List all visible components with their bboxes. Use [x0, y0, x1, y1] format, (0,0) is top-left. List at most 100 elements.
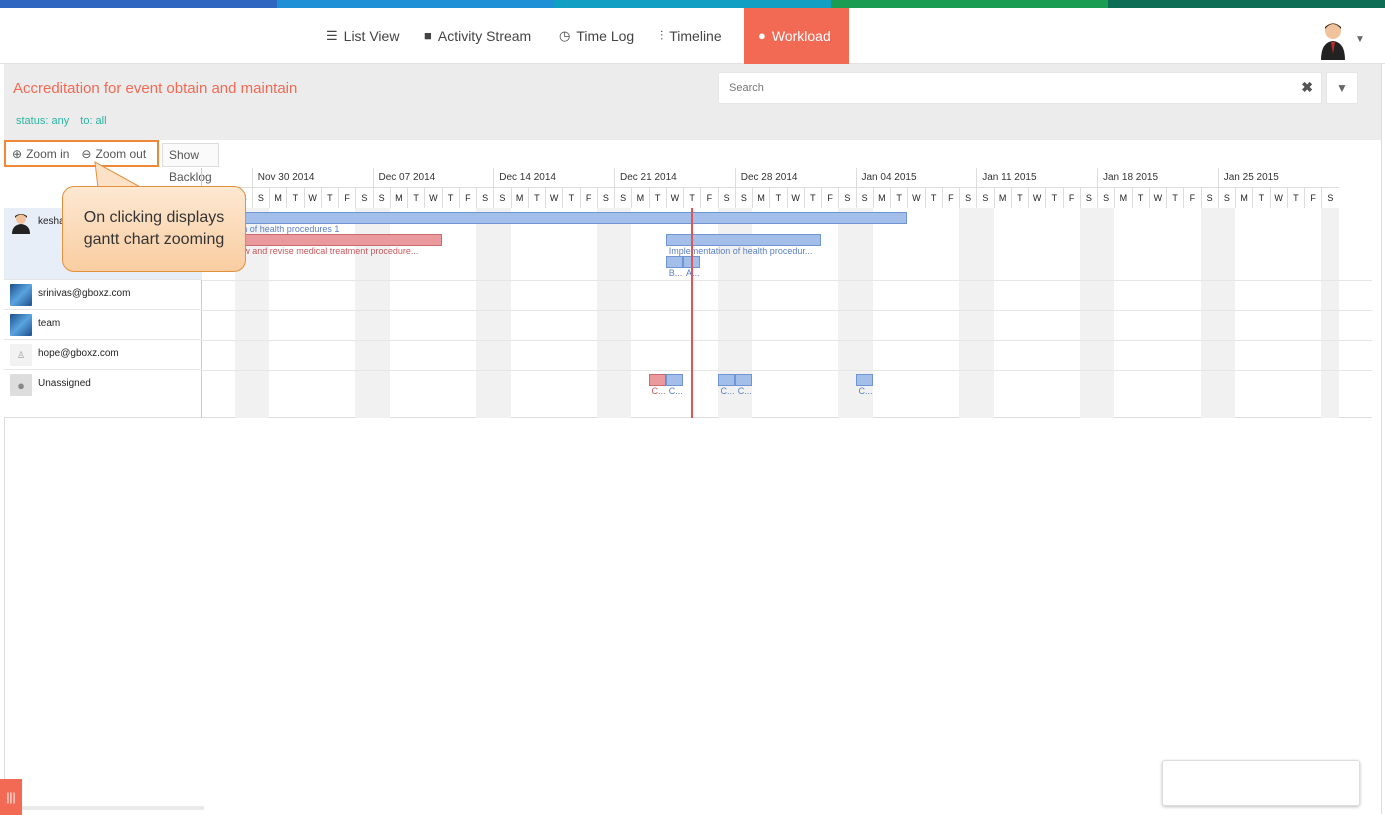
avatar	[10, 284, 32, 306]
chevron-down-icon[interactable]: ▼	[1355, 34, 1365, 45]
day-label: S	[717, 188, 735, 208]
day-label: F	[338, 188, 355, 208]
zoom-in-button[interactable]: Zoom in	[26, 147, 69, 161]
resource-name: kesha	[38, 216, 65, 227]
nav-label: Activity Stream	[437, 28, 532, 44]
day-label: T	[769, 188, 786, 208]
resource-row[interactable]: ♙ hope@gboxz.com	[4, 340, 202, 370]
day-label: W	[303, 188, 321, 208]
task-bar[interactable]	[855, 374, 873, 386]
resource-row[interactable]: team	[4, 310, 202, 340]
left-border	[4, 418, 5, 810]
task-label: C...	[737, 386, 752, 396]
weekend-column	[614, 208, 632, 418]
task-bar[interactable]	[648, 374, 666, 386]
task-bar[interactable]	[717, 374, 735, 386]
nav-workload[interactable]: ● Workload	[744, 8, 849, 64]
task-bar[interactable]	[665, 234, 821, 246]
day-label: F	[700, 188, 717, 208]
week-label: Jan 18 2015	[1097, 168, 1218, 188]
day-label: S	[1079, 188, 1097, 208]
user-avatar[interactable]	[1318, 20, 1348, 60]
weekend-column	[1321, 208, 1339, 418]
top-color-stripe	[0, 0, 1385, 8]
stripe-seg-4	[831, 0, 1108, 8]
side-panel-toggle[interactable]: |||	[0, 779, 22, 815]
task-bar[interactable]	[665, 256, 683, 268]
avatar	[12, 214, 30, 234]
zoom-out-button[interactable]: Zoom out	[95, 147, 146, 161]
comment-icon: ■	[424, 28, 432, 43]
day-label: T	[320, 188, 338, 208]
day-label: S	[976, 188, 993, 208]
annotation-callout: On clicking displays gantt chart zooming	[62, 186, 246, 272]
day-label: T	[527, 188, 545, 208]
task-bar[interactable]	[665, 374, 683, 386]
day-label: S	[251, 188, 269, 208]
day-label: T	[683, 188, 700, 208]
bottom-widget[interactable]	[1162, 760, 1360, 806]
row-divider	[202, 310, 1372, 311]
avatar	[10, 314, 32, 336]
weekend-column	[976, 208, 994, 418]
row-divider	[202, 370, 1372, 371]
list-icon: ☰	[326, 28, 338, 43]
day-label: T	[441, 188, 459, 208]
task-label: C...	[668, 386, 683, 396]
sliders-icon: ⫶	[660, 28, 664, 43]
task-label: B...	[668, 268, 683, 278]
gantt-timeline[interactable]: 3 2014Nov 30 2014Dec 07 2014Dec 14 2014D…	[202, 168, 1372, 418]
task-bar[interactable]	[734, 374, 752, 386]
status-chip[interactable]: status: any	[16, 115, 69, 127]
resource-name: hope@gboxz.com	[38, 348, 119, 359]
clock-icon: ◷	[559, 28, 571, 43]
bottom-scrollbar[interactable]	[22, 806, 204, 810]
show-backlog-button[interactable]: Show Backlog	[162, 143, 219, 184]
weekend-column	[959, 208, 977, 418]
day-label: F	[821, 188, 838, 208]
day-label: T	[562, 188, 579, 208]
day-label: W	[665, 188, 683, 208]
week-label: Jan 25 2015	[1217, 168, 1339, 188]
day-label: T	[1045, 188, 1062, 208]
nav-time-log[interactable]: ◷ Time Log	[545, 8, 648, 64]
day-label: T	[890, 188, 907, 208]
nav-label: List View	[343, 28, 400, 44]
day-label: M	[510, 188, 528, 208]
search-input[interactable]	[719, 73, 1279, 103]
user-icon: ●	[758, 28, 766, 43]
close-icon[interactable]: ✖	[1301, 79, 1313, 96]
task-bar[interactable]	[217, 234, 442, 246]
day-label: M	[631, 188, 648, 208]
day-label: F	[1062, 188, 1080, 208]
day-label: S	[355, 188, 372, 208]
day-label: W	[545, 188, 562, 208]
week-label: Nov 30 2014	[251, 168, 373, 188]
search-box: ✖	[718, 72, 1322, 104]
task-bar[interactable]	[202, 212, 908, 224]
assignee-chip[interactable]: to: all	[80, 115, 106, 127]
nav-label: Time Log	[576, 28, 635, 44]
zoom-in-icon[interactable]: ⊕	[12, 147, 22, 161]
resource-row[interactable]: srinivas@gboxz.com	[4, 280, 202, 310]
nav-timeline[interactable]: ⫶ Timeline	[646, 8, 736, 64]
day-label: F	[1183, 188, 1200, 208]
nav-list-view[interactable]: ☰ List View	[312, 8, 413, 64]
weekend-column	[596, 208, 614, 418]
filter-button[interactable]: ▼	[1326, 72, 1358, 104]
day-label: S	[372, 188, 390, 208]
day-label: W	[1269, 188, 1287, 208]
resource-name: team	[38, 318, 61, 329]
stripe-seg-1	[0, 0, 277, 8]
day-label: T	[1166, 188, 1183, 208]
week-label: Dec 14 2014	[493, 168, 614, 188]
task-label: C...	[858, 386, 873, 396]
zoom-out-icon[interactable]: ⊖	[81, 147, 91, 161]
resource-row[interactable]: ● Unassigned	[4, 370, 202, 418]
day-label: S	[1200, 188, 1218, 208]
filter-icon: ▼	[1336, 81, 1348, 95]
bars-icon: |||	[6, 790, 16, 804]
weekend-column	[1079, 208, 1097, 418]
nav-activity-stream[interactable]: ■ Activity Stream	[410, 8, 545, 64]
day-label: W	[424, 188, 441, 208]
